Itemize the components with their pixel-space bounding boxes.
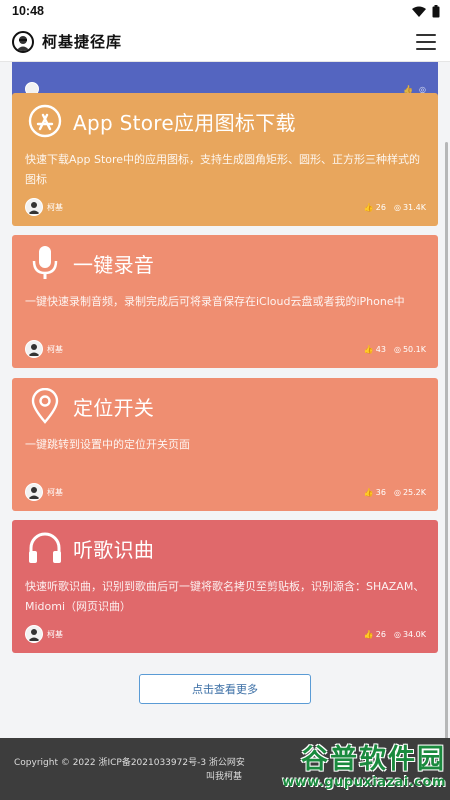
card-description: 快速下载App Store中的应用图标，支持生成圆角矩形、圆形、正方形三种样式的…: [25, 153, 421, 186]
watermark-logo: 谷普软件园 www.gupuxiazai.com: [250, 736, 446, 798]
card-description: 快速听歌识曲，识别到歌曲后可一键将歌名拷贝至剪贴板，识别源含：SHAZAM、Mi…: [25, 580, 425, 613]
author[interactable]: 柯基: [25, 625, 63, 643]
card-title: 一键录音: [73, 252, 155, 277]
thumbs-up-icon: 👍: [363, 629, 374, 639]
status-bar: 10:48: [0, 0, 450, 22]
load-more-wrapper: 点击查看更多: [0, 674, 450, 704]
author-name: 柯基: [47, 344, 63, 354]
card-title: App Store应用图标下载: [73, 110, 296, 135]
scrollbar[interactable]: [445, 142, 448, 738]
card-location-toggle[interactable]: 定位开关 一键跳转到设置中的定位开关页面 柯基 👍 36 ◎ 25.2K: [12, 378, 438, 511]
author[interactable]: 柯基: [25, 340, 63, 358]
view-count: 25.2K: [402, 487, 426, 497]
logo-icon: [12, 30, 34, 53]
card-description: 一键跳转到设置中的定位开关页面: [25, 438, 190, 451]
battery-icon: [432, 4, 440, 17]
like-count: 26: [375, 202, 386, 212]
eye-icon: ◎: [393, 629, 401, 639]
view-count: 31.4K: [402, 202, 426, 212]
app-header: 柯基捷径库: [0, 22, 450, 62]
view-count: 34.0K: [402, 629, 426, 639]
avatar: [25, 483, 43, 501]
thumbs-up-icon: 👍: [363, 344, 374, 354]
author-name: 柯基: [47, 202, 63, 212]
card-song-recognition[interactable]: 听歌识曲 快速听歌识曲，识别到歌曲后可一键将歌名拷贝至剪贴板，识别源含：SHAZ…: [12, 520, 438, 653]
location-pin-icon: [25, 388, 65, 424]
avatar: [25, 198, 43, 216]
avatar: [25, 340, 43, 358]
shortcut-list: 👍 ◎ App Store应用图标下载 快速下载App Store中的应用图标，支…: [0, 62, 450, 738]
card-description: 一键快速录制音频，录制完成后可将录音保存在iCloud云盘或者我的iPhone中: [25, 295, 405, 308]
thumbs-up-icon: 👍: [363, 202, 374, 212]
hamburger-menu-icon[interactable]: [416, 33, 436, 50]
card-one-tap-recording[interactable]: 一键录音 一键快速录制音频，录制完成后可将录音保存在iCloud云盘或者我的iP…: [12, 235, 438, 368]
watermark-text: 谷普软件园: [301, 743, 446, 775]
microphone-icon: [25, 245, 65, 281]
card-title: 定位开关: [73, 395, 155, 420]
author-name: 柯基: [47, 629, 63, 639]
author[interactable]: 柯基: [25, 198, 63, 216]
load-more-button[interactable]: 点击查看更多: [139, 674, 311, 704]
eye-icon: ◎: [393, 202, 401, 212]
like-count: 36: [375, 487, 386, 497]
headphones-icon: [25, 530, 65, 566]
app-store-icon: [25, 103, 65, 139]
like-count: 26: [375, 629, 386, 639]
site-name: 柯基捷径库: [42, 33, 123, 51]
like-count: 43: [375, 344, 386, 354]
thumbs-up-icon: 👍: [363, 487, 374, 497]
author[interactable]: 柯基: [25, 483, 63, 501]
view-count: 50.1K: [402, 344, 426, 354]
watermark-url: www.gupuxiazai.com: [282, 774, 446, 790]
wifi-icon: [412, 6, 426, 17]
card-app-store-icon-download[interactable]: App Store应用图标下载 快速下载App Store中的应用图标，支持生成…: [12, 93, 438, 226]
card-title: 听歌识曲: [73, 537, 155, 562]
eye-icon: ◎: [393, 344, 401, 354]
brand[interactable]: 柯基捷径库: [12, 30, 123, 53]
status-icons: [412, 4, 440, 18]
avatar: [25, 625, 43, 643]
eye-icon: ◎: [393, 487, 401, 497]
author-name: 柯基: [47, 487, 63, 497]
status-time: 10:48: [12, 4, 44, 18]
